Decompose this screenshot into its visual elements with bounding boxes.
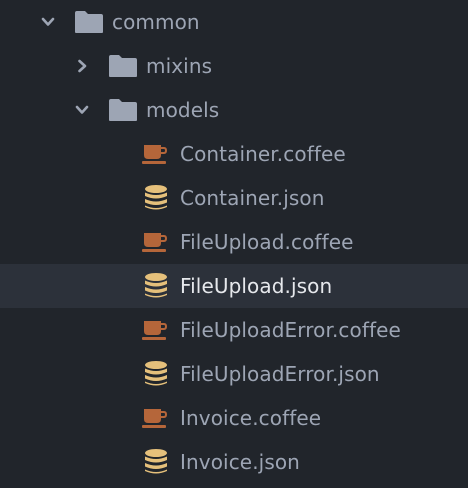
database-icon <box>142 448 170 476</box>
chevron-right-icon[interactable] <box>74 58 90 74</box>
file-label: Invoice.json <box>180 450 300 474</box>
file-item-fileuploaderror-json[interactable]: FileUploadError.json <box>0 352 468 396</box>
file-label: FileUpload.coffee <box>180 230 354 254</box>
file-item-container-json[interactable]: Container.json <box>0 176 468 220</box>
database-icon <box>142 272 170 300</box>
folder-label: models <box>146 98 220 122</box>
folder-icon <box>74 9 104 35</box>
folder-label: mixins <box>146 54 213 78</box>
folder-mixins[interactable]: mixins <box>0 44 468 88</box>
file-label: FileUploadError.json <box>180 362 380 386</box>
chevron-down-icon[interactable] <box>40 14 56 30</box>
folder-icon <box>108 97 138 123</box>
file-tree: common mixins models Container.coffee Co… <box>0 0 468 488</box>
folder-label: common <box>112 10 200 34</box>
coffee-cup-icon <box>142 404 170 432</box>
file-item-fileupload-coffee[interactable]: FileUpload.coffee <box>0 220 468 264</box>
file-label: Container.json <box>180 186 325 210</box>
file-item-fileupload-json[interactable]: FileUpload.json <box>0 264 468 308</box>
file-label: FileUploadError.coffee <box>180 318 401 342</box>
database-icon <box>142 360 170 388</box>
coffee-cup-icon <box>142 140 170 168</box>
folder-models[interactable]: models <box>0 88 468 132</box>
file-item-fileuploaderror-coffee[interactable]: FileUploadError.coffee <box>0 308 468 352</box>
file-label: Container.coffee <box>180 142 346 166</box>
coffee-cup-icon <box>142 228 170 256</box>
database-icon <box>142 184 170 212</box>
file-label: FileUpload.json <box>180 274 333 298</box>
file-label: Invoice.coffee <box>180 406 322 430</box>
folder-common[interactable]: common <box>0 0 468 44</box>
folder-icon <box>108 53 138 79</box>
file-item-invoice-coffee[interactable]: Invoice.coffee <box>0 396 468 440</box>
file-item-invoice-json[interactable]: Invoice.json <box>0 440 468 484</box>
coffee-cup-icon <box>142 316 170 344</box>
file-item-container-coffee[interactable]: Container.coffee <box>0 132 468 176</box>
chevron-down-icon[interactable] <box>74 102 90 118</box>
